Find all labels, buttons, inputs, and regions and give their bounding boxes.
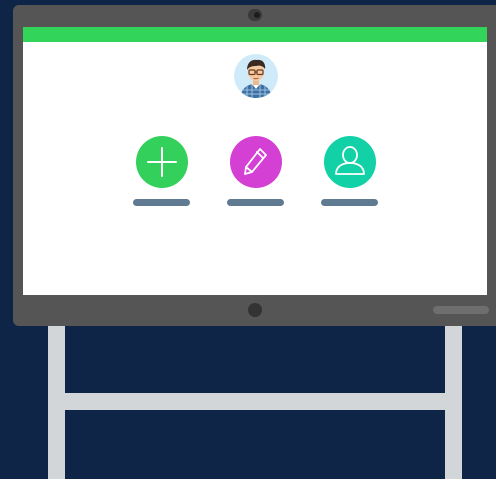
edit-button[interactable] xyxy=(230,136,282,188)
add-label-bar xyxy=(133,199,190,206)
display-screen xyxy=(23,27,487,295)
stand-crossbar xyxy=(48,393,462,410)
profile-tile[interactable] xyxy=(321,136,378,208)
add-tile[interactable] xyxy=(133,136,190,208)
avatar[interactable] xyxy=(234,54,278,98)
avatar-icon xyxy=(234,54,278,98)
camera-icon xyxy=(248,9,262,21)
edit-tile[interactable] xyxy=(227,136,284,208)
profile-button[interactable] xyxy=(324,136,376,188)
scene xyxy=(0,0,496,479)
pencil-icon xyxy=(244,148,267,175)
speaker-slot xyxy=(433,306,489,314)
add-button[interactable] xyxy=(136,136,188,188)
plus-icon xyxy=(147,147,177,177)
edit-label-bar xyxy=(227,199,284,206)
user-icon xyxy=(335,146,365,175)
profile-label-bar xyxy=(321,199,378,206)
screen-header-bar xyxy=(23,27,487,42)
home-button[interactable] xyxy=(248,303,262,317)
